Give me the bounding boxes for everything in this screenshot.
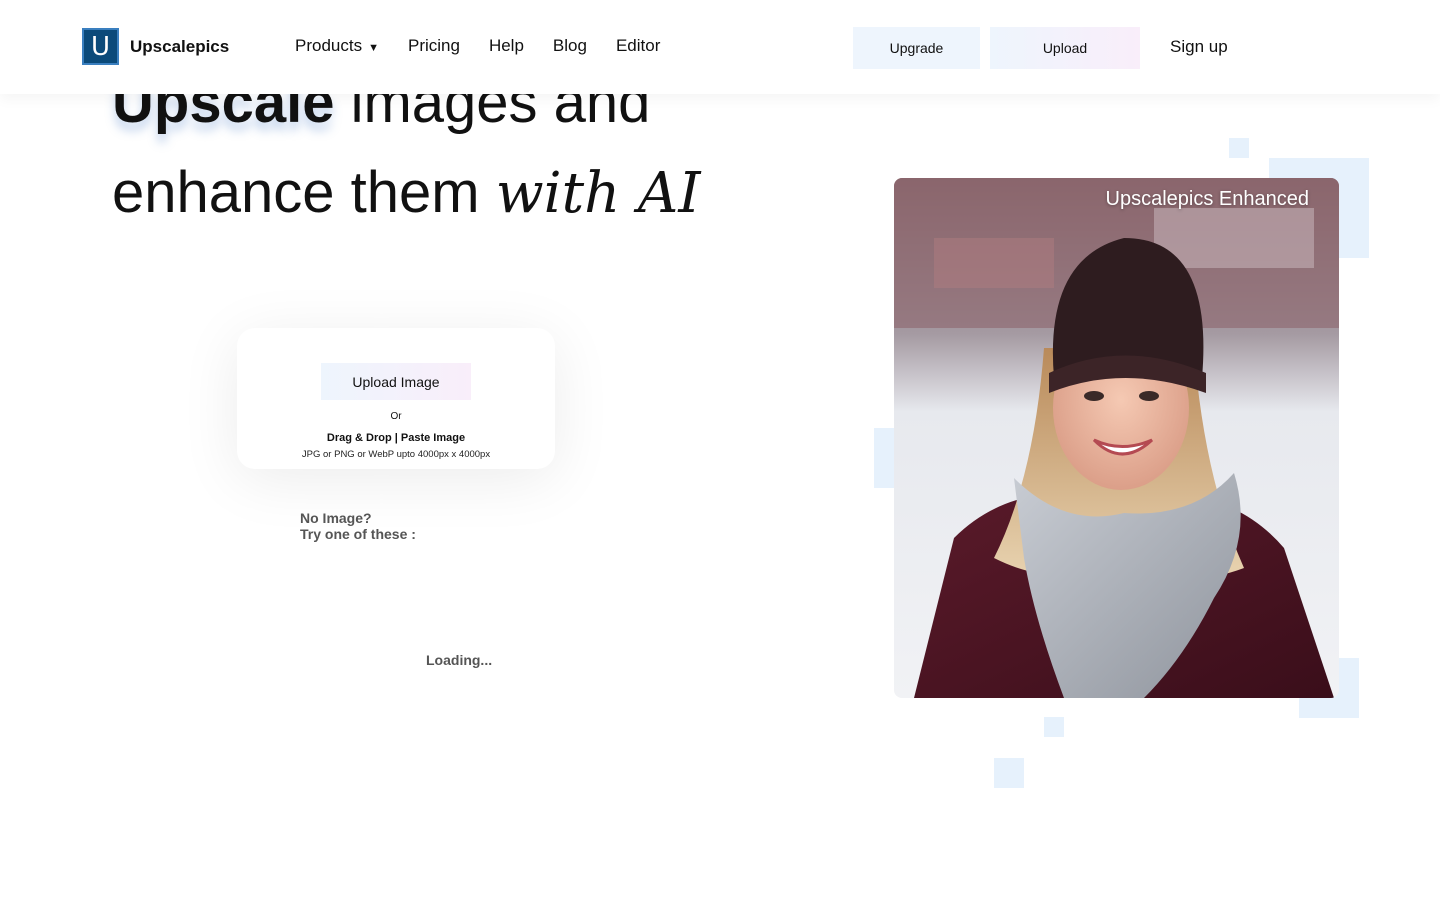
logo[interactable]: U Upscalepics bbox=[82, 28, 229, 65]
no-image-text: No Image? bbox=[300, 510, 372, 526]
sign-up-link[interactable]: Sign up bbox=[1170, 37, 1228, 57]
nav-pricing[interactable]: Pricing bbox=[408, 36, 460, 56]
upload-image-button[interactable]: Upload Image bbox=[321, 363, 471, 400]
decor-square bbox=[874, 428, 896, 488]
hero-script-text: with AI bbox=[495, 161, 701, 226]
preview-caption: Upscalepics Enhanced bbox=[1105, 188, 1309, 210]
main-nav: Products ▼ Pricing Help Blog Editor bbox=[295, 36, 689, 56]
upgrade-button[interactable]: Upgrade bbox=[853, 27, 980, 69]
nav-help[interactable]: Help bbox=[489, 36, 524, 56]
decor-square bbox=[1229, 138, 1249, 158]
or-separator: Or bbox=[390, 411, 402, 422]
sample-images-prompt: No Image? Try one of these : bbox=[300, 510, 416, 542]
nav-editor[interactable]: Editor bbox=[616, 36, 660, 56]
brand-name: Upscalepics bbox=[130, 36, 230, 56]
upload-dropzone[interactable]: Upload Image Or Drag & Drop | Paste Imag… bbox=[237, 328, 555, 469]
drag-drop-text: Drag & Drop | Paste Image bbox=[326, 432, 466, 444]
decor-square bbox=[994, 758, 1024, 788]
loading-indicator: Loading... bbox=[426, 652, 493, 668]
logo-icon: U bbox=[82, 28, 119, 65]
portrait-photo bbox=[894, 178, 1339, 698]
hero-line2-text: enhance them bbox=[112, 160, 496, 225]
page: Upscale images and enhance them with AI … bbox=[0, 0, 1440, 900]
nav-products[interactable]: Products ▼ bbox=[295, 36, 379, 56]
enhanced-preview-image: Upscalepics Enhanced bbox=[894, 178, 1339, 698]
try-these-text: Try one of these : bbox=[300, 526, 416, 542]
top-navbar: U Upscalepics Products ▼ Pricing Help Bl… bbox=[0, 0, 1440, 94]
supported-formats-text: JPG or PNG or WebP upto 4000px x 4000px bbox=[301, 449, 491, 460]
upload-button[interactable]: Upload bbox=[990, 27, 1140, 69]
decor-square bbox=[1044, 717, 1064, 737]
nav-blog[interactable]: Blog bbox=[553, 36, 587, 56]
nav-products-label: Products bbox=[295, 36, 363, 55]
caret-down-icon: ▼ bbox=[368, 41, 379, 54]
hero-heading-line2: enhance them with AI bbox=[112, 160, 701, 227]
